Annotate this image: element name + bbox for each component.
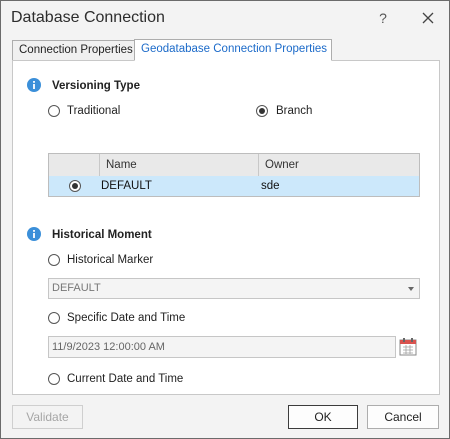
chevron-down-icon xyxy=(408,287,414,291)
column-header-owner[interactable]: Owner xyxy=(265,154,299,176)
column-header-name[interactable]: Name xyxy=(106,154,137,176)
versioning-type-heading: Versioning Type xyxy=(52,80,140,92)
help-button[interactable]: ? xyxy=(373,9,393,27)
info-icon xyxy=(27,227,41,241)
radio-traditional[interactable] xyxy=(48,105,60,117)
ok-button[interactable]: OK xyxy=(288,405,358,429)
close-icon xyxy=(422,12,434,24)
validate-button[interactable]: Validate xyxy=(12,405,83,429)
date-time-value: 11/9/2023 12:00:00 AM xyxy=(52,341,165,353)
radio-branch-label[interactable]: Branch xyxy=(276,105,312,117)
table-row[interactable]: DEFAULT sde xyxy=(49,176,419,196)
info-icon xyxy=(27,78,41,92)
radio-traditional-label[interactable]: Traditional xyxy=(67,105,120,117)
close-button[interactable] xyxy=(418,8,438,28)
historical-moment-heading: Historical Moment xyxy=(52,229,152,241)
radio-branch[interactable] xyxy=(256,105,268,117)
radio-specific-date[interactable] xyxy=(48,312,60,324)
radio-specific-date-label[interactable]: Specific Date and Time xyxy=(67,312,185,324)
dialog-title: Database Connection xyxy=(11,9,165,26)
row-select-radio[interactable] xyxy=(69,180,81,192)
tab-connection-properties[interactable]: Connection Properties xyxy=(12,40,135,61)
radio-historical-marker-label[interactable]: Historical Marker xyxy=(67,254,153,266)
grid-column-separator xyxy=(258,154,259,176)
branch-version-grid: Name Owner DEFAULT sde xyxy=(48,153,420,197)
grid-column-separator xyxy=(99,154,100,176)
grid-header: Name Owner xyxy=(49,154,419,177)
tab-geodatabase-connection-properties[interactable]: Geodatabase Connection Properties xyxy=(134,39,332,61)
title-bar: Database Connection ? xyxy=(1,1,449,35)
calendar-button[interactable] xyxy=(399,337,417,356)
radio-current-date-label[interactable]: Current Date and Time xyxy=(67,373,183,385)
cell-name: DEFAULT xyxy=(101,180,152,192)
historical-marker-select[interactable]: DEFAULT xyxy=(48,278,420,299)
radio-historical-marker[interactable] xyxy=(48,254,60,266)
radio-current-date[interactable] xyxy=(48,373,60,385)
tab-panel: Versioning Type Traditional Branch Name … xyxy=(12,60,440,395)
cancel-button[interactable]: Cancel xyxy=(367,405,439,429)
cell-owner: sde xyxy=(261,180,280,192)
date-time-input[interactable]: 11/9/2023 12:00:00 AM xyxy=(48,336,396,358)
calendar-icon xyxy=(399,338,417,356)
historical-marker-value: DEFAULT xyxy=(52,282,101,294)
database-connection-dialog: Database Connection ? Connection Propert… xyxy=(0,0,450,439)
